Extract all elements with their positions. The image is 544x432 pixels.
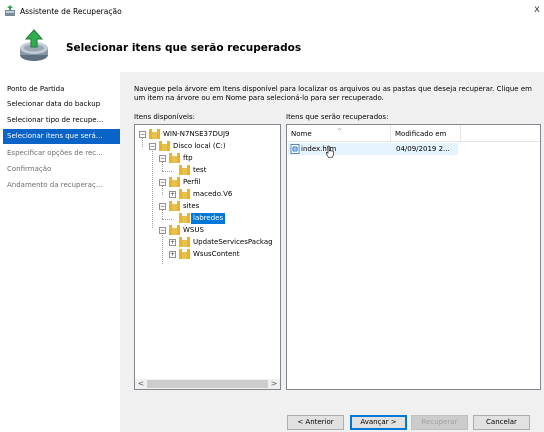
sort-ascending-icon: ^ <box>337 128 343 135</box>
tree-node[interactable]: test <box>169 165 279 176</box>
tree-node-label[interactable]: Disco local (C:) <box>171 141 228 152</box>
list-item[interactable]: index.htm 04/09/2019 2... <box>288 143 458 158</box>
instructions-text: Navegue pela árvore em Itens disponível … <box>134 85 532 102</box>
tree-node-label[interactable]: Perfil <box>181 177 203 188</box>
tree-node-label[interactable]: WSUS <box>181 225 206 236</box>
main-content: Navegue pela árvore em Itens disponível … <box>120 72 544 432</box>
folder-icon <box>169 153 180 163</box>
tree-node[interactable]: − WIN-N7NSE37DUJ9 <box>139 129 279 140</box>
scroll-right-arrow-icon[interactable]: > <box>269 379 279 389</box>
scroll-left-arrow-icon[interactable]: < <box>136 379 146 389</box>
tree-node[interactable]: − sites <box>159 201 279 212</box>
nav-step-starting-point[interactable]: Ponto de Partida <box>3 82 120 97</box>
nav-step-confirmation: Confirmação <box>7 165 52 173</box>
drive-icon <box>159 141 170 151</box>
tree-node-selected[interactable]: labredes <box>169 213 279 224</box>
collapse-icon[interactable]: − <box>159 179 166 186</box>
tree-node[interactable]: + macedo.V6 <box>169 189 279 200</box>
tree-node-label[interactable]: WsusContent <box>191 249 242 260</box>
available-items-tree[interactable]: − WIN-N7NSE37DUJ9 − Disco local (C:) − f… <box>134 124 281 390</box>
folder-icon <box>169 225 180 235</box>
tree-node[interactable]: − Perfil <box>159 177 279 188</box>
collapse-icon[interactable]: − <box>159 155 166 162</box>
tree-node[interactable]: − WSUS <box>159 225 279 236</box>
folder-icon <box>169 201 180 211</box>
recovery-wizard-icon <box>5 5 15 16</box>
folder-icon <box>169 177 180 187</box>
nav-step-select-recovery-type[interactable]: Selecionar tipo de recupe... <box>3 113 120 128</box>
wizard-header: Selecionar itens que serão recuperados <box>0 22 544 70</box>
column-header-name[interactable]: ^ Nome <box>287 125 391 142</box>
folder-icon <box>179 237 190 247</box>
expand-icon[interactable]: + <box>169 251 176 258</box>
title-bar: Assistente de Recuperação x <box>0 0 544 22</box>
wizard-steps-nav: Ponto de Partida Selecionar data do back… <box>0 72 120 432</box>
column-header-modified[interactable]: Modificado em <box>391 125 461 142</box>
collapse-icon[interactable]: − <box>159 203 166 210</box>
available-items-label: Itens disponíveis: <box>134 113 195 121</box>
scrollbar-thumb[interactable] <box>147 380 268 388</box>
window-title: Assistente de Recuperação <box>20 7 122 16</box>
server-icon <box>149 129 160 139</box>
tree-node-label[interactable]: labredes <box>191 213 226 224</box>
items-to-recover-label: Itens que serão recuperados: <box>286 113 389 121</box>
tree-node[interactable]: − Disco local (C:) <box>149 141 279 152</box>
collapse-icon[interactable]: − <box>159 227 166 234</box>
tree-horizontal-scrollbar[interactable]: < > <box>135 379 280 389</box>
tree-node-label[interactable]: WIN-N7NSE37DUJ9 <box>161 129 231 140</box>
nav-step-select-backup-date[interactable]: Selecionar data do backup <box>3 97 120 112</box>
collapse-icon[interactable]: − <box>139 131 146 138</box>
html-file-icon <box>290 144 300 154</box>
nav-step-specify-options: Especificar opções de rec... <box>7 149 103 157</box>
back-button[interactable]: < Anterior <box>287 415 344 430</box>
collapse-icon[interactable]: − <box>149 143 156 150</box>
tree-node[interactable]: + UpdateServicesPackag <box>169 237 279 248</box>
folder-icon <box>179 213 190 223</box>
tree-node-label[interactable]: macedo.V6 <box>191 189 234 200</box>
hand-cursor-icon <box>326 145 334 158</box>
folder-icon <box>179 189 190 199</box>
page-title: Selecionar itens que serão recuperados <box>66 42 302 54</box>
nav-step-recovery-progress: Andamento da recuperaç... <box>7 181 103 189</box>
list-header: ^ Nome Modificado em <box>287 125 540 142</box>
file-modified-date: 04/09/2019 2... <box>396 145 450 153</box>
items-to-recover-list[interactable]: ^ Nome Modificado em index.htm 04/09/201… <box>286 124 541 390</box>
folder-icon <box>179 249 190 259</box>
close-icon[interactable]: x <box>534 4 544 16</box>
tree-connector <box>152 147 153 228</box>
tree-node[interactable]: − ftp <box>159 153 279 164</box>
next-button[interactable]: Avançar > <box>350 415 407 430</box>
expand-icon[interactable]: + <box>169 191 176 198</box>
folder-icon <box>179 165 190 175</box>
tree-node-label[interactable]: ftp <box>181 153 195 164</box>
tree-node-label[interactable]: test <box>191 165 208 176</box>
nav-step-select-items[interactable]: Selecionar itens que será... <box>3 129 120 144</box>
tree-node[interactable]: + WsusContent <box>169 249 279 260</box>
cancel-button[interactable]: Cancelar <box>473 415 530 430</box>
recover-button: Recuperar <box>411 415 468 430</box>
tree-node-label[interactable]: UpdateServicesPackag <box>191 237 275 248</box>
tree-node-label[interactable]: sites <box>181 201 201 212</box>
recovery-header-icon <box>20 29 48 61</box>
column-header-name-label: Nome <box>291 130 312 138</box>
expand-icon[interactable]: + <box>169 239 176 246</box>
